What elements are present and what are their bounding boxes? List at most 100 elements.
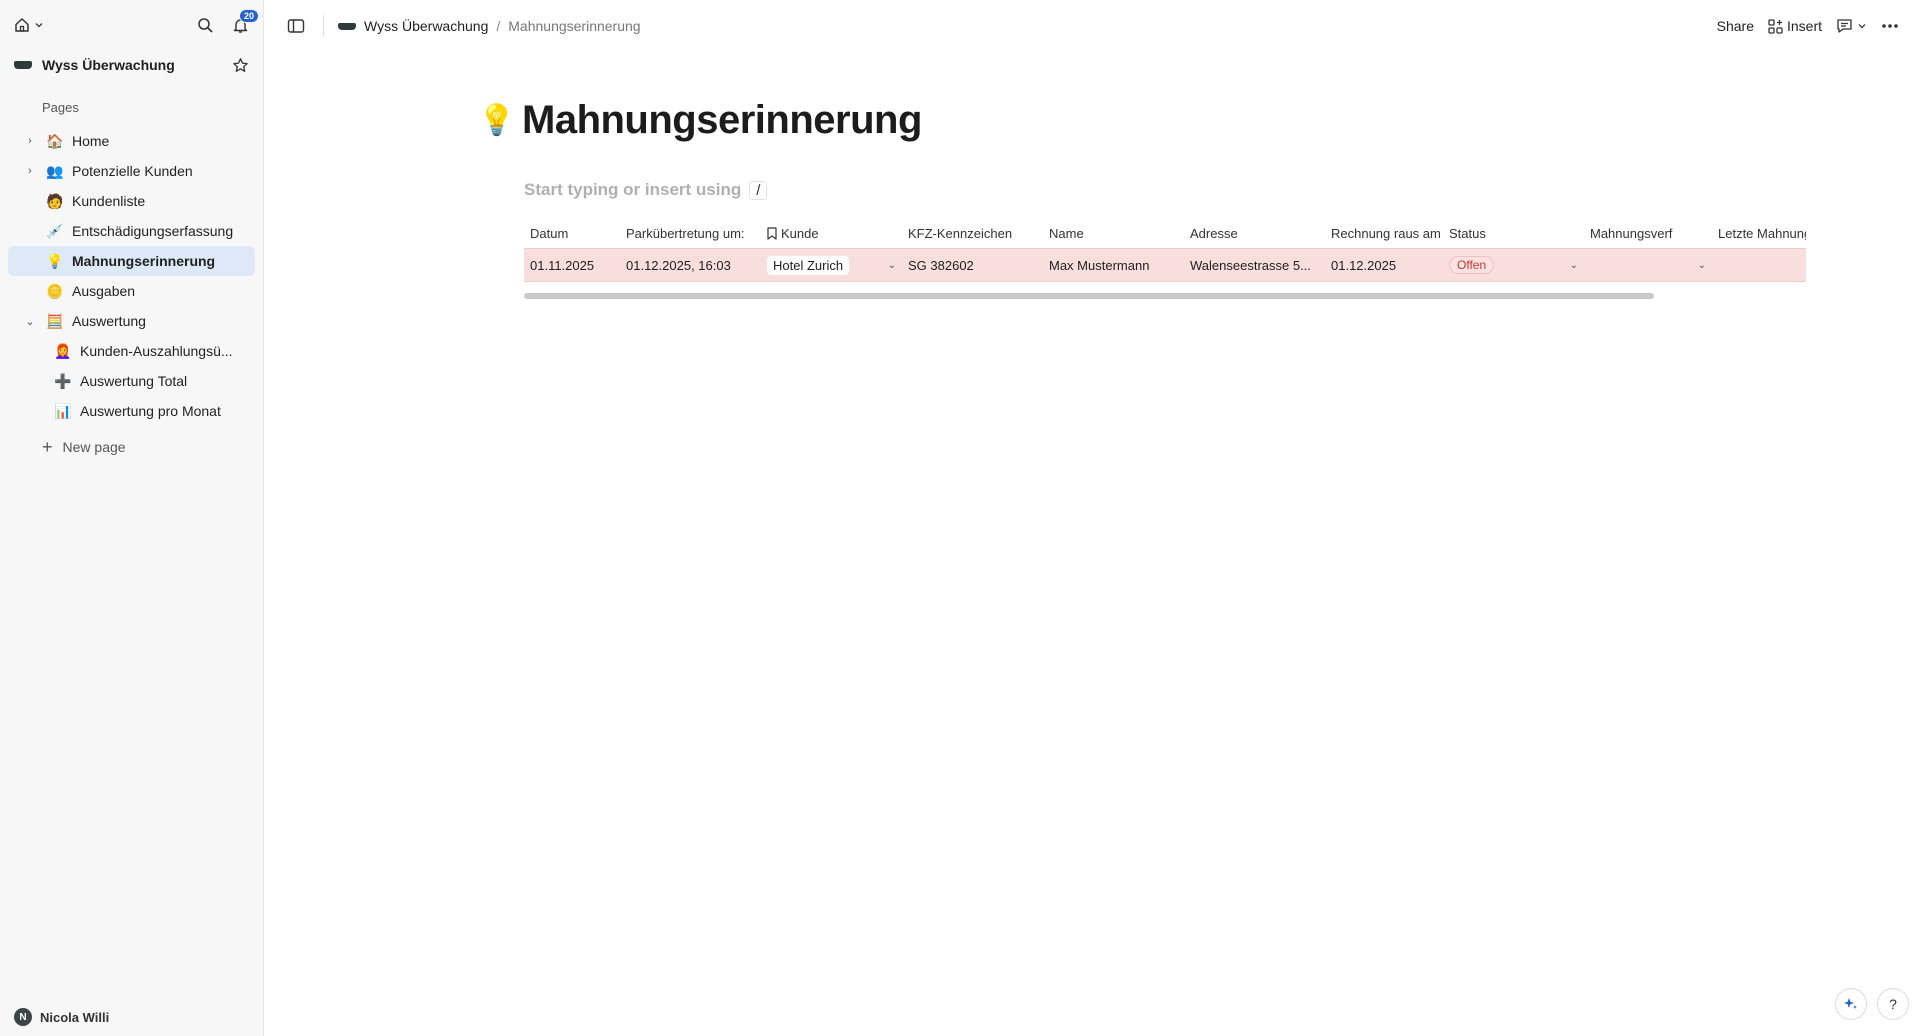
sidebar-item-label: Potenzielle Kunden [72,163,193,179]
data-table: Datum Parkübertretung um: Kunde KFZ-Kenn… [524,218,1806,282]
sidebar-item-home[interactable]: › 🏠 Home [8,126,255,156]
notification-badge: 20 [238,8,259,23]
sidebar-item-auswertung-total[interactable]: ➕ Auswertung Total [8,366,255,396]
workspace-icon [14,61,32,69]
breadcrumb: Wyss Überwachung / Mahnungserinnerung [338,18,641,34]
sidebar-item-label: Mahnungserinnerung [72,253,216,269]
calculator-icon: 🧮 [46,312,64,329]
chevron-down-icon[interactable]: ⌄ [888,260,896,271]
chevron-down-icon[interactable]: ⌄ [22,315,38,328]
share-button[interactable]: Share [1717,18,1754,34]
sidebar-toggle-icon[interactable] [287,18,305,34]
breadcrumb-separator: / [496,18,501,34]
sidebar-item-potenzielle-kunden[interactable]: › 👥 Potenzielle Kunden [8,156,255,186]
sidebar-item-ausgaben[interactable]: 🪙 Ausgaben [8,276,255,306]
column-header-kunde[interactable]: Kunde [761,226,902,241]
person-icon: 🧑 [46,192,64,209]
breadcrumb-workspace[interactable]: Wyss Überwachung [364,18,488,34]
syringe-icon: 💉 [46,222,64,239]
home-icon [14,17,30,33]
cell-rechnung[interactable]: 01.12.2025 [1325,258,1443,273]
column-header[interactable]: Mahnungsverf [1584,226,1712,241]
notifications-bell-icon[interactable]: 20 [232,8,259,34]
more-options-icon[interactable] [1881,23,1899,29]
house-icon: 🏠 [46,132,64,149]
calendar-chart-icon: 📊 [54,402,72,419]
workspace-icon [338,22,356,30]
sidebar-item-kunden-auszahlung[interactable]: 👩‍🦰 Kunden-Auszahlungsü... [8,336,255,366]
pages-section-label: Pages [42,100,79,115]
column-header[interactable]: Adresse [1184,226,1325,241]
cell-park[interactable]: 01.12.2025, 16:03 [620,258,761,273]
horizontal-scrollbar[interactable] [524,293,1654,299]
column-header-label: Kunde [781,225,819,241]
column-header[interactable]: Letzte Mahnung [1712,226,1806,241]
cell-kunde[interactable]: Hotel Zurich ⌄ [761,255,902,275]
sidebar-item-auswertung[interactable]: ⌄ 🧮 Auswertung [8,306,255,336]
user-profile[interactable]: N Nicola Willi [14,1008,109,1026]
kunde-chip[interactable]: Hotel Zurich [767,255,850,275]
status-badge[interactable]: Offen [1449,256,1495,274]
chevron-right-icon[interactable]: › [22,165,38,177]
editor-placeholder[interactable]: Start typing or insert using / [524,180,768,200]
workspace-name: Wyss Überwachung [42,57,175,73]
top-actions: Share Insert [1717,18,1899,34]
breadcrumb-page[interactable]: Mahnungserinnerung [508,18,640,34]
cell-kfz[interactable]: SG 382602 [902,258,1043,273]
workspace-header[interactable]: Wyss Überwachung [0,50,263,80]
page-header: 💡 Mahnungserinnerung [478,98,922,143]
insert-label: Insert [1786,18,1822,34]
divider [323,15,324,37]
sidebar-item-kundenliste[interactable]: 🧑 Kundenliste [8,186,255,216]
plus-circle-icon: ➕ [54,372,72,389]
column-header[interactable]: Name [1043,226,1184,241]
sidebar-top: 20 [0,0,263,50]
column-header[interactable]: Rechnung raus am [1325,226,1443,241]
column-header[interactable]: Parkübertretung um: [620,226,761,241]
table-header: Datum Parkübertretung um: Kunde KFZ-Kenn… [524,218,1806,248]
new-page-button[interactable]: + New page [0,432,263,462]
comments-button[interactable] [1836,18,1867,34]
lightbulb-icon: 💡 [46,252,64,269]
cell-status[interactable]: Offen ⌄ [1443,256,1584,274]
pages-nav: › 🏠 Home › 👥 Potenzielle Kunden 🧑 Kunden… [0,126,263,426]
sidebar-item-entschaedigungserfassung[interactable]: 💉 Entschädigungserfassung [8,216,255,246]
lightbulb-icon[interactable]: 💡 [478,103,518,138]
slash-key: / [749,180,768,200]
insert-button[interactable]: Insert [1768,18,1822,34]
cell-mahnungsverf[interactable]: ⌄ [1584,260,1712,271]
plus-icon: + [42,436,53,457]
table-row[interactable]: 01.11.2025 01.12.2025, 16:03 Hotel Zuric… [524,248,1806,282]
people-icon: 👥 [46,162,64,179]
search-icon[interactable] [197,17,214,34]
ai-assistant-button[interactable] [1835,988,1867,1020]
column-header[interactable]: Datum [524,226,620,241]
home-menu-button[interactable] [14,17,44,33]
sidebar-item-label: Home [72,133,110,149]
sidebar: 20 Wyss Überwachung Pages › 🏠 Home › 👥 P… [0,0,264,1036]
new-page-label: New page [62,439,126,455]
avatar: N [14,1008,32,1026]
star-icon[interactable] [232,57,249,74]
cell-name[interactable]: Max Mustermann [1043,258,1184,273]
chevron-down-icon[interactable]: ⌄ [1698,260,1706,271]
chevron-down-icon [1857,21,1867,31]
insert-icon [1768,18,1783,34]
sidebar-item-label: Kunden-Auszahlungsü... [80,343,233,359]
sidebar-item-label: Kundenliste [72,193,146,209]
chevron-down-icon[interactable]: ⌄ [1570,260,1578,271]
column-header[interactable]: KFZ-Kennzeichen [902,226,1043,241]
chevron-right-icon[interactable]: › [22,135,38,147]
cell-datum[interactable]: 01.11.2025 [524,258,620,273]
chevron-down-icon [34,20,44,30]
sidebar-item-label: Entschädigungserfassung [72,223,234,239]
sidebar-item-mahnungserinnerung[interactable]: 💡 Mahnungserinnerung [8,246,255,276]
comment-icon [1836,18,1853,34]
cell-adresse[interactable]: Walenseestrasse 5... [1184,258,1325,273]
placeholder-text: Start typing or insert using [524,180,742,199]
column-header[interactable]: Status [1443,226,1584,241]
coin-icon: 🪙 [46,282,64,299]
page-title[interactable]: Mahnungserinnerung [522,98,922,143]
help-button[interactable]: ? [1877,988,1909,1020]
sidebar-item-auswertung-pro-monat[interactable]: 📊 Auswertung pro Monat [8,396,255,426]
